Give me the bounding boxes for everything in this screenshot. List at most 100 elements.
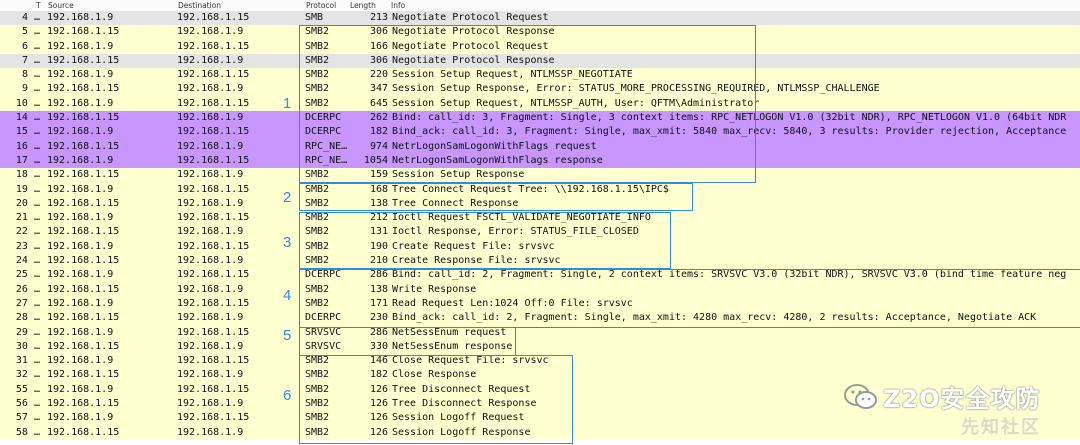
packet-source: 192.168.1.15	[47, 226, 120, 238]
packet-row[interactable]: 20 … 192.168.1.15 192.168.1.9 SMB2 138 Tree C…	[0, 196, 1080, 212]
packet-protocol: SMB2	[305, 240, 330, 252]
packet-destination: 192.168.1.15	[177, 412, 250, 424]
packet-destination: 192.168.1.9	[177, 112, 244, 124]
packet-number: 27 …	[15, 297, 40, 309]
packet-row[interactable]: 57 … 192.168.1.9 192.168.1.15 SMB2 126 Sessio…	[0, 411, 1080, 426]
packet-length: 306	[369, 54, 388, 66]
packet-length: 286	[369, 326, 388, 338]
packet-row[interactable]: 22 … 192.168.1.15 192.168.1.9 SMB2 131 Ioctl …	[0, 225, 1080, 240]
packet-info: Session Setup Request, NTLMSSP_NEGOTIATE	[392, 69, 633, 81]
packet-length: 213	[369, 12, 388, 23]
packet-number: 14 …	[15, 112, 40, 124]
packet-number: 32 …	[15, 369, 40, 381]
packet-source: 192.168.1.9	[47, 69, 114, 81]
packet-protocol: SMB2	[305, 412, 330, 424]
packet-source: 192.168.1.15	[47, 255, 120, 267]
packet-row[interactable]: 4 … 192.168.1.9 192.168.1.15 SMB 213 Negotiat…	[0, 11, 1080, 26]
packet-length: 1054	[363, 154, 388, 166]
packet-row[interactable]: 16 … 192.168.1.15 192.168.1.9 RPC_NE… 974 Net…	[0, 139, 1080, 154]
packet-row[interactable]: 55 … 192.168.1.9 192.168.1.15 SMB2 126 Tree D…	[0, 382, 1080, 398]
packet-number: 31 …	[15, 355, 40, 367]
packet-number: 28 …	[15, 312, 40, 324]
packet-destination: 192.168.1.15	[177, 12, 250, 23]
packet-number: 15 …	[15, 126, 40, 138]
packet-destination: 192.168.1.15	[177, 40, 250, 52]
packet-row[interactable]: 15 … 192.168.1.9 192.168.1.15 DCERPC 182 Bind…	[0, 125, 1080, 140]
packet-row[interactable]: 18 … 192.168.1.15 192.168.1.9 SMB2 159 Sessio…	[0, 168, 1080, 183]
packet-row[interactable]: 7 … 192.168.1.15 192.168.1.9 SMB2 306 Negotia…	[0, 53, 1080, 69]
packet-row[interactable]: 26 … 192.168.1.15 192.168.1.9 SMB2 138 Write …	[0, 282, 1080, 297]
packet-row[interactable]: 32 … 192.168.1.15 192.168.1.9 SMB2 182 Close …	[0, 368, 1080, 383]
packet-protocol: SMB2	[305, 226, 330, 238]
packet-row[interactable]: 28 … 192.168.1.15 192.168.1.9 DCERPC 230 Bind…	[0, 311, 1080, 326]
packet-destination: 192.168.1.15	[177, 212, 250, 224]
packet-destination: 192.168.1.15	[177, 383, 250, 395]
packet-length: 190	[369, 240, 388, 252]
packet-source: 192.168.1.9	[47, 212, 114, 224]
packet-row[interactable]: 56 … 192.168.1.15 192.168.1.9 SMB2 126 Tree D…	[0, 397, 1080, 412]
packet-source: 192.168.1.9	[47, 383, 114, 395]
packet-row[interactable]: 17 … 192.168.1.9 192.168.1.15 RPC_NE… 1054 Ne…	[0, 153, 1080, 169]
packet-length: 131	[369, 226, 388, 238]
packet-number: 22 …	[15, 226, 40, 238]
packet-protocol: SMB2	[305, 169, 330, 181]
column-header-length[interactable]: Length	[350, 0, 376, 11]
packet-protocol: SMB2	[305, 369, 330, 381]
packet-row[interactable]: 14 … 192.168.1.15 192.168.1.9 DCERPC 262 Bind…	[0, 111, 1080, 126]
packet-row[interactable]: 58 … 192.168.1.15 192.168.1.9 SMB2 126 Sessio…	[0, 425, 1080, 440]
packet-protocol: SMB2	[305, 398, 330, 410]
packet-row[interactable]: 25 … 192.168.1.9 192.168.1.15 DCERPC 286 Bind…	[0, 268, 1080, 283]
packet-row[interactable]: 19 … 192.168.1.9 192.168.1.15 SMB2 168 Tree C…	[0, 182, 1080, 197]
packet-row[interactable]: 5 … 192.168.1.15 192.168.1.9 SMB2 306 Negotia…	[0, 25, 1080, 40]
packet-source: 192.168.1.9	[47, 12, 114, 23]
packet-destination: 192.168.1.15	[177, 97, 250, 109]
packet-number: 5 …	[21, 26, 40, 38]
packet-row[interactable]: 10 … 192.168.1.9 192.168.1.15 SMB2 645 Sessio…	[0, 96, 1080, 112]
packet-row[interactable]: 21 … 192.168.1.9 192.168.1.15 SMB2 212 Ioctl …	[0, 211, 1080, 226]
packet-source: 192.168.1.15	[47, 140, 120, 152]
packet-source: 192.168.1.9	[47, 40, 114, 52]
packet-source: 192.168.1.9	[47, 297, 114, 309]
column-header-destination[interactable]: Destination	[178, 0, 221, 11]
packet-destination: 192.168.1.9	[177, 169, 244, 181]
packet-source: 192.168.1.9	[47, 269, 114, 281]
packet-row[interactable]: 27 … 192.168.1.9 192.168.1.15 SMB2 171 Read R…	[0, 296, 1080, 312]
column-header-source[interactable]: Source	[48, 0, 74, 11]
packet-destination: 192.168.1.9	[177, 197, 244, 209]
packet-info: Bind: call_id: 3, Fragment: Single, 3 co…	[392, 112, 1067, 124]
packet-destination: 192.168.1.9	[177, 255, 244, 267]
packet-number: 58 …	[15, 426, 40, 438]
packet-source: 192.168.1.9	[47, 326, 114, 338]
packet-row[interactable]: 24 … 192.168.1.15 192.168.1.9 SMB2 210 Create…	[0, 254, 1080, 269]
packet-protocol: DCERPC	[305, 112, 342, 124]
packet-number: 21 …	[15, 212, 40, 224]
packet-row[interactable]: 31 … 192.168.1.9 192.168.1.15 SMB2 146 Close …	[0, 354, 1080, 369]
packet-info: Tree Connect Response	[392, 197, 519, 209]
packet-source: 192.168.1.15	[47, 312, 120, 324]
packet-row[interactable]: 23 … 192.168.1.9 192.168.1.15 SMB2 190 Create…	[0, 239, 1080, 255]
packet-source: 192.168.1.15	[47, 369, 120, 381]
packet-source: 192.168.1.15	[47, 426, 120, 438]
packet-length: 126	[369, 412, 388, 424]
column-header-no[interactable]: T	[36, 0, 41, 11]
packet-row[interactable]: 6 … 192.168.1.9 192.168.1.15 SMB2 166 Negotia…	[0, 39, 1080, 54]
packet-info: Negotiate Protocol Request	[392, 40, 549, 52]
packet-info: Bind_ack: call_id: 3, Fragment: Single, …	[392, 126, 1067, 138]
packet-source: 192.168.1.9	[47, 240, 114, 252]
packet-row[interactable]: 9 … 192.168.1.15 192.168.1.9 SMB2 347 Session…	[0, 82, 1080, 97]
column-header-info[interactable]: Info	[391, 0, 405, 11]
packet-length: 138	[369, 197, 388, 209]
packet-protocol: DCERPC	[305, 312, 342, 324]
packet-length: 146	[369, 355, 388, 367]
packet-row[interactable]: 30 … 192.168.1.15 192.168.1.9 SRVSVC 330 NetS…	[0, 339, 1080, 355]
packet-row[interactable]: 8 … 192.168.1.9 192.168.1.15 SMB2 220 Session…	[0, 68, 1080, 83]
packet-source: 192.168.1.15	[47, 83, 120, 95]
packet-info: Close Request File: srvsvc	[392, 355, 549, 367]
packet-source: 192.168.1.15	[47, 340, 120, 352]
packet-info: Tree Connect Request Tree: \\192.168.1.1…	[392, 183, 669, 195]
packet-destination: 192.168.1.15	[177, 355, 250, 367]
column-header-protocol[interactable]: Protocol	[306, 0, 336, 11]
packet-number: 9 …	[21, 83, 40, 95]
packet-row[interactable]: 29 … 192.168.1.9 192.168.1.15 SRVSVC 286 NetS…	[0, 325, 1080, 340]
packet-info: Tree Disconnect Response	[392, 398, 537, 410]
